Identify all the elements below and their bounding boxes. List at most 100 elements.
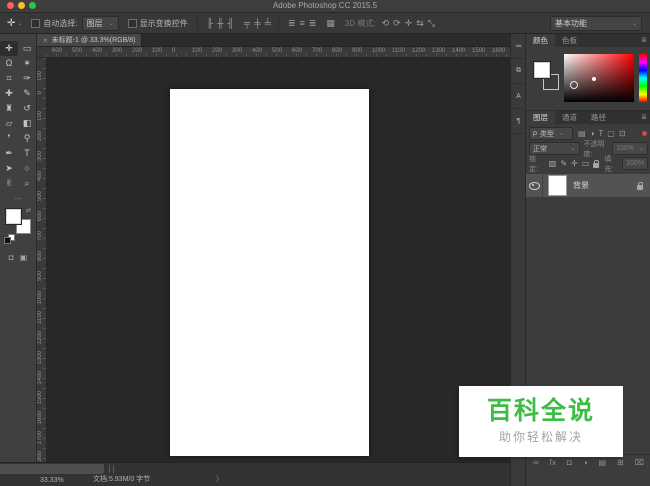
- align-bottom-edges-icon[interactable]: ╧: [265, 19, 271, 28]
- tools-grid: ✛▭Ω✶⌗✑✚✎♜↺▱◧❜⚲✒T➤○✌⌕: [0, 34, 36, 191]
- hand-tool[interactable]: ✌: [0, 176, 18, 191]
- quick-selection-tool[interactable]: ✶: [18, 56, 36, 71]
- brush-tool[interactable]: ✎: [18, 86, 36, 101]
- default-foreground-swatch[interactable]: [4, 237, 11, 244]
- workspace-dropdown[interactable]: 基本功能 ⌄: [550, 16, 642, 31]
- zoom-tool[interactable]: ⌕: [18, 176, 36, 191]
- rectangular-marquee-tool[interactable]: ▭: [18, 41, 36, 56]
- layer-comps-panel-icon[interactable]: ⧉: [511, 59, 526, 84]
- clone-stamp-tool[interactable]: ♜: [0, 101, 18, 116]
- 3d-scale-icon[interactable]: ⤡: [428, 19, 435, 28]
- tab-channels[interactable]: 通道: [555, 111, 584, 124]
- new-adjustment-layer-icon[interactable]: ◑: [583, 459, 588, 467]
- type-layer-filter-icon[interactable]: T: [598, 129, 603, 138]
- status-menu-chevron-icon[interactable]: 〉: [216, 474, 223, 484]
- shape-layer-filter-icon[interactable]: ▢: [607, 129, 615, 138]
- color-panel: 颜色 色板 ≣: [526, 34, 650, 111]
- color-panel-foreground-swatch[interactable]: [534, 62, 550, 78]
- tab-swatches[interactable]: 色板: [555, 34, 584, 47]
- lasso-tool[interactable]: Ω: [0, 56, 18, 71]
- tab-layers[interactable]: 图层: [526, 111, 555, 124]
- blur-tool[interactable]: ❜: [0, 131, 18, 146]
- tool-preset-caret-icon[interactable]: ⌄: [17, 20, 22, 27]
- ellipse-tool[interactable]: ○: [18, 161, 36, 176]
- align-horizontal-centers-icon[interactable]: ╫: [217, 19, 223, 28]
- horizontal-ruler[interactable]: 6005004003002001000100200300400500600700…: [46, 47, 510, 58]
- auto-select-target-dropdown[interactable]: 图层 ⌄: [82, 16, 119, 31]
- eyedropper-tool[interactable]: ✑: [18, 71, 36, 86]
- layer-filter-toggle[interactable]: [642, 131, 647, 136]
- fill-value-dropdown[interactable]: 100%: [622, 157, 648, 170]
- type-tool[interactable]: T: [18, 146, 36, 161]
- distribute-bottom-edges-icon[interactable]: ≣: [309, 19, 317, 28]
- pen-tool[interactable]: ✒: [0, 146, 18, 161]
- close-tab-icon[interactable]: ×: [43, 36, 48, 45]
- zoom-percent-field[interactable]: 33.33%: [40, 477, 64, 484]
- document-canvas[interactable]: [170, 89, 369, 456]
- vertical-ruler[interactable]: 1000100200300400500600700800900100011001…: [37, 58, 47, 462]
- ruler-label: 1300: [432, 47, 445, 56]
- lock-all-icon[interactable]: [593, 163, 599, 168]
- lock-transparency-icon[interactable]: ▨: [549, 160, 557, 168]
- 3d-slide-icon[interactable]: ⇆: [416, 19, 424, 28]
- foreground-color-swatch[interactable]: [6, 209, 21, 224]
- layer-visibility-cell[interactable]: [526, 174, 543, 197]
- saturation-brightness-field[interactable]: [564, 54, 634, 102]
- panel-menu-icon[interactable]: ≣: [641, 34, 650, 47]
- gradient-tool[interactable]: ◧: [18, 116, 36, 131]
- distribute-vertical-centers-icon[interactable]: ≡: [300, 19, 305, 28]
- align-right-edges-icon[interactable]: ╢: [227, 19, 233, 28]
- distribute-top-edges-icon[interactable]: ≣: [288, 19, 296, 28]
- scrollbar-grip[interactable]: [109, 465, 114, 473]
- align-left-edges-icon[interactable]: ╟: [207, 19, 213, 28]
- character-panel-icon[interactable]: A: [511, 84, 526, 109]
- 3d-rotate-icon[interactable]: ⟲: [382, 19, 390, 28]
- history-panel-icon[interactable]: ≔: [511, 34, 526, 59]
- lock-artboard-icon[interactable]: ▭: [582, 160, 590, 168]
- crop-tool[interactable]: ⌗: [0, 71, 18, 86]
- tab-paths[interactable]: 路径: [584, 111, 613, 124]
- adjustment-layer-filter-icon[interactable]: ◑: [590, 129, 595, 138]
- 3d-roll-icon[interactable]: ⟳: [393, 19, 401, 28]
- color-cursor[interactable]: [570, 81, 578, 89]
- eye-icon[interactable]: [529, 182, 540, 190]
- panel-menu-icon[interactable]: ≣: [641, 111, 650, 124]
- lock-position-icon[interactable]: ✛: [571, 160, 578, 168]
- chevron-down-icon: ⌄: [639, 145, 644, 152]
- canvas-viewport[interactable]: [47, 58, 510, 462]
- auto-select-checkbox[interactable]: [31, 19, 40, 28]
- hue-slider[interactable]: [639, 54, 647, 102]
- layer-row-background[interactable]: 背景: [526, 174, 650, 197]
- align-top-edges-icon[interactable]: ╤: [244, 19, 250, 28]
- auto-align-layers-icon[interactable]: ▦: [326, 19, 335, 28]
- spot-healing-brush-tool[interactable]: ✚: [0, 86, 18, 101]
- link-layers-icon[interactable]: ∞: [533, 459, 539, 467]
- smart-object-filter-icon[interactable]: ⊡: [619, 129, 626, 138]
- move-tool[interactable]: ✛: [0, 41, 18, 56]
- lock-image-icon[interactable]: ✎: [560, 160, 567, 168]
- edit-toolbar-icon[interactable]: ⋯: [0, 194, 36, 203]
- document-tab[interactable]: × 未标题-1 @ 33.3%(RGB/8): [37, 34, 142, 46]
- layer-filter-kind-dropdown[interactable]: ρ 类型 ⌄: [529, 127, 573, 140]
- dodge-tool[interactable]: ⚲: [18, 131, 36, 146]
- new-group-icon[interactable]: ▤: [599, 459, 607, 467]
- pixel-layer-filter-icon[interactable]: ▤: [578, 129, 586, 138]
- layer-effects-icon[interactable]: fx: [550, 459, 556, 467]
- path-selection-tool[interactable]: ➤: [0, 161, 18, 176]
- color-sample-dot: [592, 77, 596, 81]
- new-layer-icon[interactable]: ⊞: [617, 459, 624, 467]
- screen-mode-icon[interactable]: ▣: [20, 253, 28, 262]
- horizontal-scrollbar-thumb[interactable]: [0, 464, 104, 474]
- show-transform-controls-checkbox[interactable]: [128, 19, 137, 28]
- quick-mask-mode-icon[interactable]: ◘: [9, 253, 14, 262]
- paragraph-panel-icon[interactable]: ¶: [511, 109, 526, 134]
- align-vertical-centers-icon[interactable]: ╪: [254, 19, 260, 28]
- add-layer-mask-icon[interactable]: ◘: [567, 459, 572, 467]
- layer-thumbnail[interactable]: [548, 175, 567, 196]
- delete-layer-icon[interactable]: ⌧: [635, 459, 644, 467]
- eraser-tool[interactable]: ▱: [0, 116, 18, 131]
- swap-colors-icon[interactable]: ⇄: [26, 207, 31, 214]
- history-brush-tool[interactable]: ↺: [18, 101, 36, 116]
- tab-color[interactable]: 颜色: [526, 34, 555, 47]
- 3d-drag-icon[interactable]: ✛: [405, 19, 413, 28]
